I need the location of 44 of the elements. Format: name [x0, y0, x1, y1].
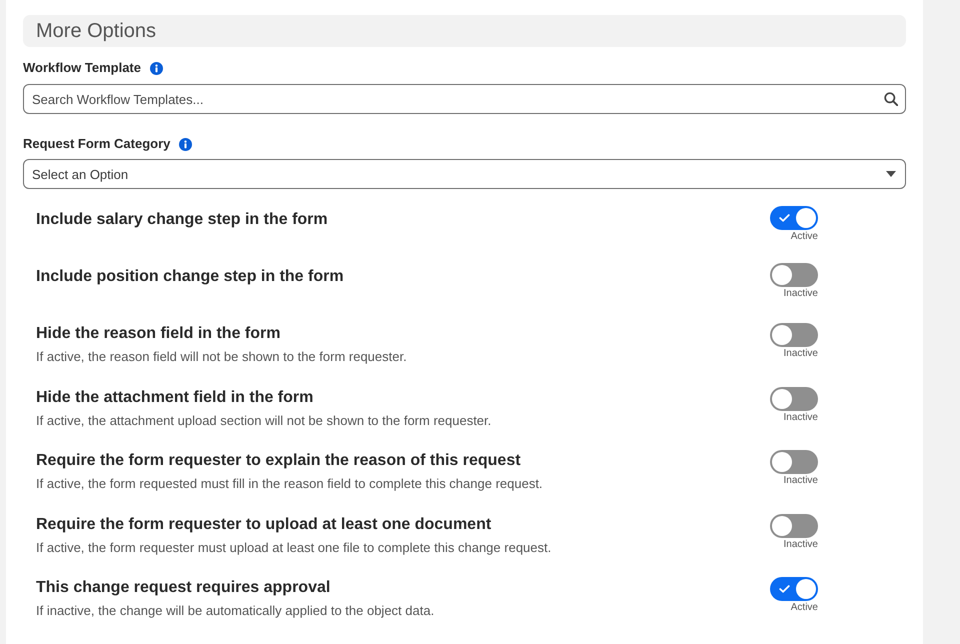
- toggle-status: Inactive: [784, 412, 818, 424]
- toggle-knob: [772, 516, 792, 536]
- toggle-status: Active: [790, 231, 818, 243]
- setting-title: Require the form requester to upload at least one document: [36, 514, 492, 534]
- toggle-status: Inactive: [784, 475, 818, 487]
- toggle-knob: [772, 265, 792, 285]
- setting-title: Hide the reason field in the form: [36, 324, 280, 344]
- setting-title: This change request requires approval: [36, 578, 330, 598]
- toggle-switch[interactable]: [770, 386, 818, 410]
- toggle-status: Inactive: [784, 538, 818, 550]
- section-title: More Options: [36, 19, 156, 43]
- toggle-switch[interactable]: [770, 450, 818, 474]
- caret-icon: [886, 171, 896, 177]
- setting-description: If active, the reason field will not be shown to the form requester.: [36, 348, 407, 366]
- toggle-status: Active: [790, 602, 818, 614]
- toggle-switch[interactable]: [770, 323, 818, 347]
- toggle-switch[interactable]: [770, 514, 818, 538]
- dropdown-field[interactable]: Select an Option: [23, 159, 906, 189]
- setting-description: If active, the attachment upload section will not be shown to the form requester.: [36, 412, 492, 430]
- setting-description: If active, the form requester must upload at least one file to complete this change request.: [36, 538, 552, 556]
- search-field[interactable]: Search Workflow Templates...: [23, 84, 906, 114]
- info-icon[interactable]: [179, 138, 192, 150]
- check-icon: [779, 214, 790, 222]
- toggle-switch[interactable]: [770, 263, 818, 287]
- toggle-knob: [796, 208, 816, 228]
- toggle-knob: [772, 325, 792, 345]
- toggle-knob: [772, 452, 792, 472]
- setting-title: Include salary change step in the form: [36, 210, 328, 230]
- toggle-knob: [796, 579, 816, 599]
- check-icon: [779, 585, 790, 593]
- field-label: Request Form Category: [23, 136, 170, 152]
- toggle-status: Inactive: [784, 348, 818, 360]
- toggle-knob: [772, 388, 792, 408]
- toggle-status: Inactive: [784, 288, 818, 300]
- search-icon[interactable]: [884, 92, 898, 106]
- setting-title: Require the form requester to explain the reason of this request: [36, 451, 521, 471]
- field-label: Workflow Template: [23, 60, 141, 76]
- info-icon[interactable]: [150, 62, 163, 74]
- toggle-switch[interactable]: [770, 206, 818, 230]
- setting-description: If active, the form requested must fill in the reason field to complete this change request.: [36, 475, 543, 493]
- setting-title: Hide the attachment field in the form: [36, 388, 314, 408]
- toggle-switch[interactable]: [770, 577, 818, 601]
- setting-title: Include position change step in the form: [36, 267, 344, 287]
- setting-description: If inactive, the change will be automatically applied to the object data.: [36, 602, 434, 620]
